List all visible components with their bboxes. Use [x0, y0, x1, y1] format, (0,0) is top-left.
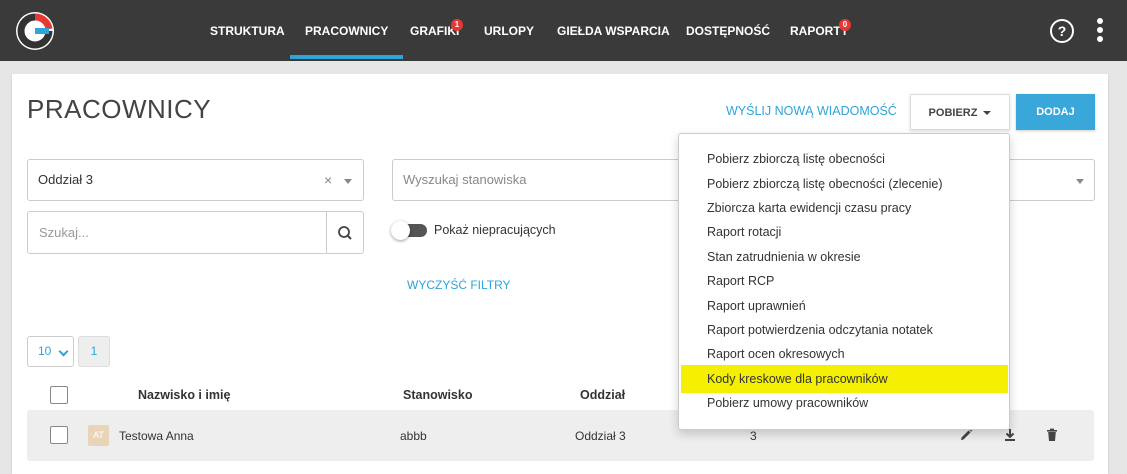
nav-gielda-wsparcia[interactable]: GIEŁDA WSPARCIA [557, 0, 670, 61]
avatar: AT [88, 425, 109, 446]
dropdown-item-permissions-report[interactable]: Raport uprawnień [707, 299, 806, 313]
page-button[interactable]: 1 [78, 336, 110, 367]
download-button-label: POBIERZ [928, 107, 978, 119]
chevron-down-icon [1076, 179, 1084, 184]
employee-name[interactable]: Testowa Anna [119, 429, 194, 443]
nav-raporty-badge: 0 [839, 19, 851, 31]
department-select[interactable]: Oddział 3 × [27, 159, 364, 201]
caret-down-icon [983, 111, 992, 116]
search-button[interactable] [326, 211, 364, 254]
send-message-button[interactable]: WYŚLIJ NOWĄ WIADOMOŚĆ [726, 104, 897, 118]
page-size-select[interactable]: 10 [27, 336, 74, 367]
employee-position: abbb [400, 429, 427, 443]
chevron-down-icon [58, 346, 69, 357]
more-vertical-icon[interactable] [1096, 18, 1104, 44]
dropdown-item-attendance-list[interactable]: Pobierz zbiorczą listę obecności [707, 152, 885, 166]
help-icon[interactable]: ? [1050, 19, 1074, 43]
dropdown-item-employment-state[interactable]: Stan zatrudnienia w okresie [707, 250, 861, 264]
search-input[interactable]: Szukaj... [27, 211, 327, 254]
show-inactive-toggle[interactable] [391, 221, 427, 240]
page-title: PRACOWNICY [27, 94, 212, 124]
toggle-knob [391, 221, 410, 240]
app-logo[interactable] [16, 12, 54, 50]
trash-icon[interactable] [1044, 427, 1060, 443]
search-icon [338, 226, 352, 240]
page-size-value: 10 [38, 344, 52, 358]
nav-struktura[interactable]: STRUKTURA [210, 0, 285, 61]
row-checkbox[interactable] [50, 426, 68, 444]
column-header-name[interactable]: Nazwisko i imię [138, 388, 230, 402]
download-dropdown-menu: Pobierz zbiorczą listę obecności Pobierz… [678, 133, 1010, 430]
column-header-department[interactable]: Oddział [580, 388, 625, 402]
select-all-checkbox[interactable] [50, 386, 68, 404]
show-inactive-label: Pokaż niepracujących [434, 223, 556, 237]
dropdown-item-attendance-list-contract[interactable]: Pobierz zbiorczą listę obecności (zlecen… [707, 177, 943, 191]
nav-raporty[interactable]: RAPORTY [790, 0, 849, 61]
clear-selection-icon[interactable]: × [324, 160, 332, 200]
employee-extra-value: 3 [750, 429, 757, 443]
dropdown-item-periodic-evaluation-report[interactable]: Raport ocen okresowych [707, 347, 845, 361]
dropdown-item-employee-barcodes[interactable]: Kody kreskowe dla pracowników [707, 372, 888, 386]
dropdown-item-notes-confirmation-report[interactable]: Raport potwierdzenia odczytania notatek [707, 323, 933, 337]
download-button[interactable]: POBIERZ [910, 94, 1010, 130]
column-header-position[interactable]: Stanowisko [403, 388, 472, 402]
chevron-down-icon [344, 179, 352, 184]
top-navigation-bar: STRUKTURA PRACOWNICY GRAFIKI 1 URLOPY GI… [0, 0, 1127, 61]
add-button[interactable]: DODAJ [1016, 94, 1095, 130]
nav-grafiki[interactable]: GRAFIKI [410, 0, 459, 61]
clear-filters-button[interactable]: WYCZYŚĆ FILTRY [407, 278, 511, 292]
dropdown-item-work-time-card[interactable]: Zbiorcza karta ewidencji czasu pracy [707, 201, 911, 215]
nav-dostepnosc[interactable]: DOSTĘPNOŚĆ [686, 0, 770, 61]
nav-pracownicy[interactable]: PRACOWNICY [289, 0, 404, 61]
dropdown-item-rotation-report[interactable]: Raport rotacji [707, 225, 781, 239]
employee-department: Oddział 3 [575, 429, 626, 443]
nav-grafiki-badge: 1 [451, 19, 463, 31]
dropdown-item-rcp-report[interactable]: Raport RCP [707, 274, 774, 288]
department-select-value: Oddział 3 [38, 172, 93, 187]
position-select-placeholder: Wyszukaj stanowiska [403, 172, 527, 187]
dropdown-item-employee-contracts[interactable]: Pobierz umowy pracowników [707, 396, 868, 410]
nav-urlopy[interactable]: URLOPY [484, 0, 534, 61]
